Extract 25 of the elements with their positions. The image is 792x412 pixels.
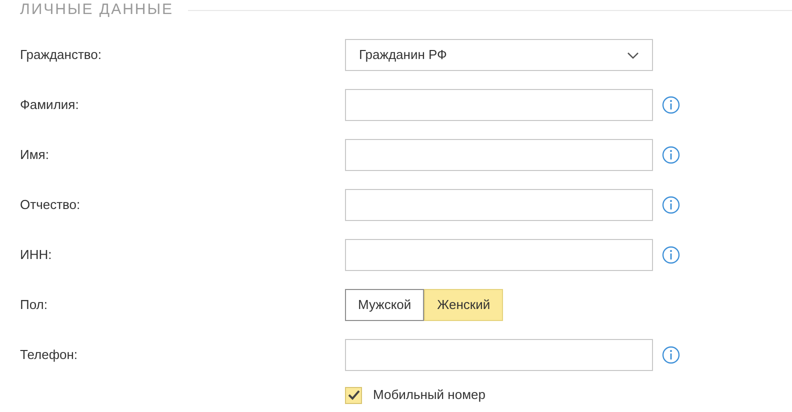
info-icon[interactable] <box>662 196 680 214</box>
input-field[interactable] <box>345 139 653 171</box>
chevron-down-icon <box>627 52 639 58</box>
checkmark-icon <box>348 390 360 400</box>
mobile-checkbox[interactable] <box>345 386 362 404</box>
info-icon[interactable] <box>662 246 680 264</box>
info-icon[interactable] <box>662 146 680 164</box>
field-label: ИНН: <box>20 246 53 264</box>
info-icon[interactable] <box>662 96 680 114</box>
field-label: Отчество: <box>20 196 82 214</box>
field-label: Пол: <box>20 296 48 314</box>
citizenship-dropdown[interactable]: Гражданин РФ <box>345 39 653 71</box>
section-title: ЛИЧНЫЕ ДАННЫЕ <box>20 0 174 20</box>
input-field[interactable] <box>345 89 653 121</box>
input-field[interactable] <box>345 239 653 271</box>
checkbox-label: Мобильный номер <box>373 386 486 404</box>
field-label: Фамилия: <box>20 96 80 114</box>
field-label: Имя: <box>20 146 50 164</box>
field-label: Телефон: <box>20 346 79 364</box>
input-field[interactable] <box>345 189 653 221</box>
gender-option[interactable]: Мужской <box>345 289 424 321</box>
gender-option[interactable]: Женский <box>424 289 504 321</box>
info-icon[interactable] <box>662 346 680 364</box>
input-field[interactable] <box>345 339 653 371</box>
field-label: Гражданство: <box>20 46 103 64</box>
